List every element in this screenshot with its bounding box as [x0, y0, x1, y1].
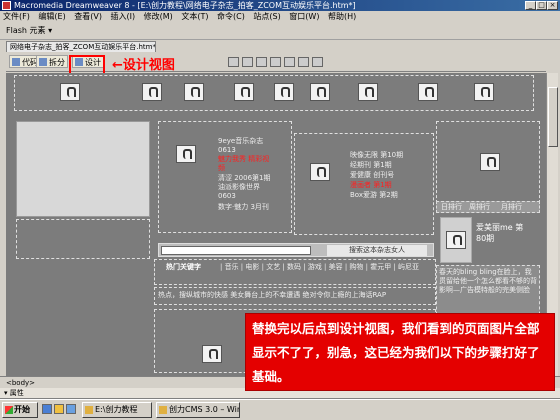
magazine-title[interactable]: 映像无限 第10期	[350, 151, 403, 160]
visual-aids-icon[interactable]	[284, 57, 295, 67]
magazine-issue: 0603	[218, 192, 236, 200]
quicklaunch-ie-icon[interactable]	[42, 404, 52, 414]
broken-image-icon	[142, 83, 162, 101]
ranking-tab-weekly[interactable]: 周排行	[469, 203, 490, 212]
split-view-button[interactable]: 拆分	[36, 55, 68, 68]
menu-file[interactable]: 文件(F)	[0, 11, 33, 22]
split-view-icon	[39, 58, 47, 66]
windows-logo-icon	[5, 406, 13, 414]
magazine-issue: 0613	[218, 146, 236, 154]
broken-image-icon	[274, 83, 294, 101]
broken-image-icon	[310, 163, 330, 181]
folder-icon	[85, 406, 93, 414]
broken-image-icon	[184, 83, 204, 101]
start-button[interactable]: 开始	[2, 402, 38, 418]
magazine-title[interactable]: 油派影像世界	[218, 183, 260, 192]
browser-icon	[159, 406, 167, 414]
left-panel-lower	[16, 219, 150, 259]
task-explorer-label: E:\创力教程	[95, 405, 138, 414]
menu-site[interactable]: 站点(S)	[250, 11, 283, 22]
start-button-label: 开始	[14, 405, 30, 414]
menu-window[interactable]: 窗口(W)	[286, 11, 322, 22]
close-button[interactable]: ×	[547, 1, 558, 10]
menu-text[interactable]: 文本(T)	[178, 11, 211, 22]
broken-image-icon	[60, 83, 80, 101]
window-title-bar: Macromedia Dreamweaver 8 - [E:\创力教程\网络电子…	[0, 0, 560, 11]
chevron-down-icon[interactable]: ▾	[48, 26, 52, 35]
broken-image-icon	[480, 153, 500, 171]
magazine-title[interactable]: 9eye音乐杂志	[218, 137, 263, 146]
document-tab[interactable]: 网络电子杂志_拍客_ZCOM互动娱乐平台.htm*	[6, 41, 156, 52]
magazine-title[interactable]: 清涩 2006第1期	[218, 174, 271, 183]
file-management-icon[interactable]	[228, 57, 239, 67]
tag-selector[interactable]: <body>	[6, 379, 35, 387]
broken-image-icon	[446, 231, 466, 249]
magazine-title[interactable]: 数字·魅力 3月刊	[218, 203, 269, 212]
chevron-down-icon[interactable]: ▾	[4, 389, 8, 397]
quicklaunch-desktop-icon[interactable]	[66, 404, 76, 414]
scrollbar-thumb[interactable]	[548, 87, 558, 147]
menu-edit[interactable]: 编辑(E)	[35, 11, 68, 22]
insert-bar: Flash 元素 ▾	[0, 22, 560, 40]
ranking-item-title[interactable]: 爱美丽me 第	[476, 223, 523, 232]
menu-modify[interactable]: 修改(M)	[141, 11, 176, 22]
broken-image-icon	[176, 145, 196, 163]
preview-browser-icon[interactable]	[242, 57, 253, 67]
broken-image-icon	[310, 83, 330, 101]
menu-insert[interactable]: 插入(I)	[108, 11, 139, 22]
ranking-tab-daily[interactable]: 日排行	[441, 203, 462, 212]
split-view-label: 拆分	[49, 58, 65, 67]
menu-help[interactable]: 帮助(H)	[325, 11, 359, 22]
menu-bar: 文件(F) 编辑(E) 查看(V) 插入(I) 修改(M) 文本(T) 命令(C…	[0, 11, 560, 22]
ranking-item-issue: 80期	[476, 234, 495, 243]
check-browser-icon[interactable]	[312, 57, 323, 67]
magazine-title[interactable]: 经期刊 第1期	[350, 161, 392, 170]
design-view-callout: ←设计视图	[112, 58, 175, 73]
quicklaunch-folder-icon[interactable]	[54, 404, 64, 414]
left-panel	[16, 121, 150, 217]
search-button[interactable]: 搜索这本杂志女人	[327, 245, 427, 256]
search-bar: 搜索这本杂志女人	[158, 243, 434, 257]
broken-image-icon	[418, 83, 438, 101]
broken-image-icon	[358, 83, 378, 101]
properties-label: 属性	[9, 389, 24, 397]
minimize-button[interactable]: _	[525, 1, 536, 10]
task-cms-label: 创力CMS 3.0 – Windows...	[169, 405, 239, 414]
magazine-title[interactable]: 魅力我秀 精彩视	[218, 155, 269, 164]
ranking-tabs: 日排行 周排行 月排行	[436, 201, 540, 213]
hot-story-text[interactable]: 热点，搜纵城市的快感 美女舞台上的不幸遭遇 绝对令你上瘾的上海话RAP	[158, 291, 434, 307]
magazine-title[interactable]: 漫画者 第1期	[350, 181, 392, 190]
menu-view[interactable]: 查看(V)	[71, 11, 105, 22]
hot-keywords-list[interactable]: | 音乐 | 电影 | 文艺 | 数码 | 游戏 | 美容 | 购物 | 霍元甲…	[220, 263, 419, 272]
magazine-title[interactable]: Box爱游 第2期	[350, 191, 398, 200]
ranking-tab-monthly[interactable]: 月排行	[501, 203, 522, 212]
insert-category-dropdown[interactable]: Flash 元素	[6, 26, 46, 35]
code-view-icon	[12, 58, 20, 66]
instruction-note: 替换完以后点到设计视图，我们看到的页面图片全部显示不了了，别急，这已经为我们以下…	[245, 313, 555, 391]
broken-image-icon	[474, 83, 494, 101]
window-title: Macromedia Dreamweaver 8 - [E:\创力教程\网络电子…	[14, 1, 356, 10]
hot-keywords-title: 热门关键字	[166, 263, 201, 271]
broken-image-icon	[202, 345, 222, 363]
broken-image-icon	[234, 83, 254, 101]
task-cms[interactable]: 创力CMS 3.0 – Windows...	[156, 402, 240, 418]
magazine-title[interactable]: 爱健康 创刊号	[350, 171, 394, 180]
task-explorer[interactable]: E:\创力教程	[82, 402, 152, 418]
refresh-icon[interactable]	[256, 57, 267, 67]
view-options-icon[interactable]	[270, 57, 281, 67]
dreamweaver-app-icon[interactable]	[2, 1, 11, 10]
search-input[interactable]	[161, 246, 311, 255]
magazine-title-cont[interactable]: 频	[218, 164, 225, 173]
validate-markup-icon[interactable]	[298, 57, 309, 67]
menu-commands[interactable]: 命令(C)	[214, 11, 248, 22]
maximize-button[interactable]: □	[536, 1, 547, 10]
